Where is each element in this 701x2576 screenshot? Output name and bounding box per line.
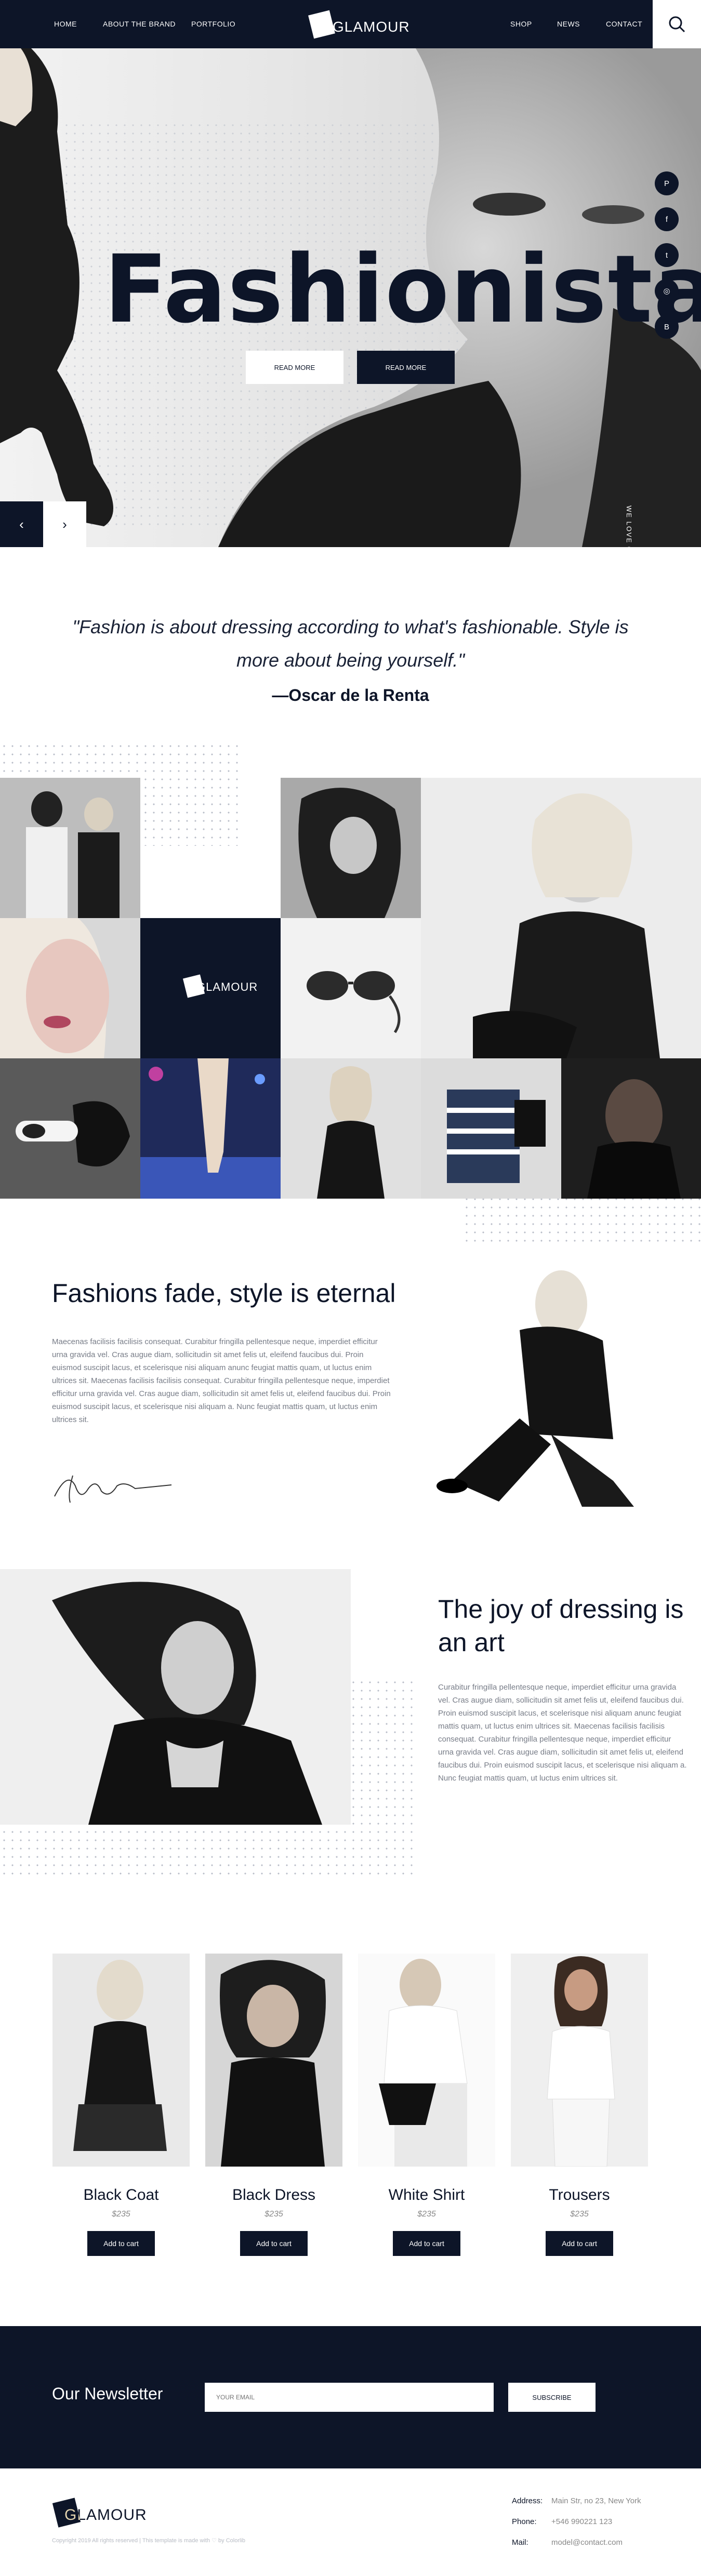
gallery-image-hair[interactable]: [281, 778, 421, 918]
slider-next-button[interactable]: ›: [43, 501, 86, 547]
quote-text: "Fashion is about dressing according to …: [72, 616, 629, 671]
footer-address: Main Str, no 23, New York: [551, 2497, 641, 2505]
product-image-white-shirt[interactable]: [358, 1954, 495, 2167]
section1-model-image: [395, 1263, 686, 1512]
slider-prev-button[interactable]: ‹: [0, 501, 43, 547]
chevron-right-icon: ›: [62, 516, 67, 532]
search-button[interactable]: [653, 0, 701, 48]
subscribe-button[interactable]: SUBSCRIBE: [508, 2383, 596, 2412]
gallery-image-glasses-bag[interactable]: [0, 1058, 140, 1199]
logo-text: GLAMOUR: [333, 19, 410, 35]
logo-mark: [308, 10, 335, 39]
gallery-image-sunglasses[interactable]: [281, 918, 421, 1058]
product-price: $235: [417, 2210, 436, 2219]
section2-model-image: [0, 1569, 351, 1825]
footer-copyright: Copyright 2019 All rights reserved | Thi…: [52, 2538, 246, 2544]
product-image-black-dress[interactable]: [205, 1954, 342, 2167]
behance-icon[interactable]: B: [655, 315, 679, 339]
nav-home[interactable]: HOME: [54, 20, 77, 28]
chevron-left-icon: ‹: [19, 516, 24, 532]
pinterest-icon[interactable]: P: [655, 171, 679, 195]
product-price: $235: [570, 2210, 589, 2219]
section2-title: The joy of dressing is an art: [438, 1595, 684, 1657]
hero-read-more-button-2[interactable]: READ MORE: [357, 351, 455, 384]
product-name[interactable]: Black Coat: [52, 2186, 190, 2204]
product-name[interactable]: White Shirt: [358, 2186, 495, 2204]
product-name[interactable]: Black Dress: [205, 2186, 342, 2204]
facebook-icon[interactable]: f: [655, 207, 679, 231]
twitter-icon[interactable]: t: [655, 243, 679, 267]
footer-logo[interactable]: GLAMOUR: [52, 2497, 156, 2533]
footer-address-label: Address:: [512, 2497, 543, 2505]
footer-mail[interactable]: model@contact.com: [551, 2538, 623, 2547]
hero-slider: Fashionista READ MORE READ MORE P f t ◎ …: [0, 48, 701, 547]
newsletter-section: Our Newsletter SUBSCRIBE: [0, 2326, 701, 2468]
gallery-image-accessories[interactable]: [421, 1058, 561, 1199]
gallery-image-model-dress[interactable]: [281, 1058, 421, 1199]
add-to-cart-button[interactable]: Add to cart: [393, 2231, 460, 2256]
product-price: $235: [264, 2210, 283, 2219]
gallery-image-face[interactable]: [0, 918, 140, 1058]
product-image-black-coat[interactable]: [52, 1954, 190, 2167]
search-icon: [669, 16, 685, 33]
footer: GLAMOUR Copyright 2019 All rights reserv…: [0, 2468, 701, 2576]
gallery-logo-tile: GLAMOUR: [140, 918, 281, 1058]
gallery-dot-pattern-bottom: [462, 1195, 701, 1242]
nav-news[interactable]: NEWS: [557, 20, 580, 28]
footer-mail-label: Mail:: [512, 2538, 528, 2547]
signature-image: [54, 1475, 172, 1503]
product-image-trousers[interactable]: [511, 1954, 648, 2167]
gallery-image-model-large[interactable]: [421, 778, 701, 1058]
gallery-logo-text: GLAMOUR: [196, 980, 258, 993]
dribbble-icon[interactable]: ◎: [655, 279, 679, 303]
nav-about-the-brand[interactable]: ABOUT THE BRAND: [103, 20, 176, 28]
hero-vertical-text: WE LOVE OUR BRAND: [625, 506, 633, 547]
top-navbar: HOME ABOUT THE BRAND PORTFOLIO GLAMOUR S…: [0, 0, 701, 48]
gallery-image-model-dark[interactable]: [561, 1058, 701, 1199]
footer-phone-label: Phone:: [512, 2517, 537, 2526]
gallery-image-runway[interactable]: [140, 1058, 281, 1199]
hero-title: Fashionista: [104, 235, 701, 344]
footer-phone: +546 990221 123: [551, 2517, 613, 2526]
hero-read-more-button-1[interactable]: READ MORE: [246, 351, 343, 384]
add-to-cart-button[interactable]: Add to cart: [546, 2231, 613, 2256]
add-to-cart-button[interactable]: Add to cart: [87, 2231, 155, 2256]
footer-logo-text: GLAMOUR: [64, 2506, 147, 2524]
nav-shop[interactable]: SHOP: [510, 20, 532, 28]
add-to-cart-button[interactable]: Add to cart: [240, 2231, 308, 2256]
product-name[interactable]: Trousers: [511, 2186, 648, 2204]
newsletter-title: Our Newsletter: [52, 2384, 163, 2403]
product-price: $235: [112, 2210, 130, 2219]
newsletter-email-input[interactable]: [205, 2383, 494, 2412]
section1-body: Maecenas facilisis facilisis consequat. …: [52, 1337, 391, 1424]
quote-author: —Oscar de la Renta: [272, 686, 429, 705]
gallery-image-couple[interactable]: [0, 778, 140, 918]
site-logo[interactable]: GLAMOUR: [307, 9, 409, 39]
section1-title: Fashions fade, style is eternal: [52, 1279, 396, 1308]
nav-portfolio[interactable]: PORTFOLIO: [191, 20, 235, 28]
section2-body: Curabitur fringilla pellentesque neque, …: [438, 1683, 687, 1783]
nav-contact[interactable]: CONTACT: [606, 20, 642, 28]
